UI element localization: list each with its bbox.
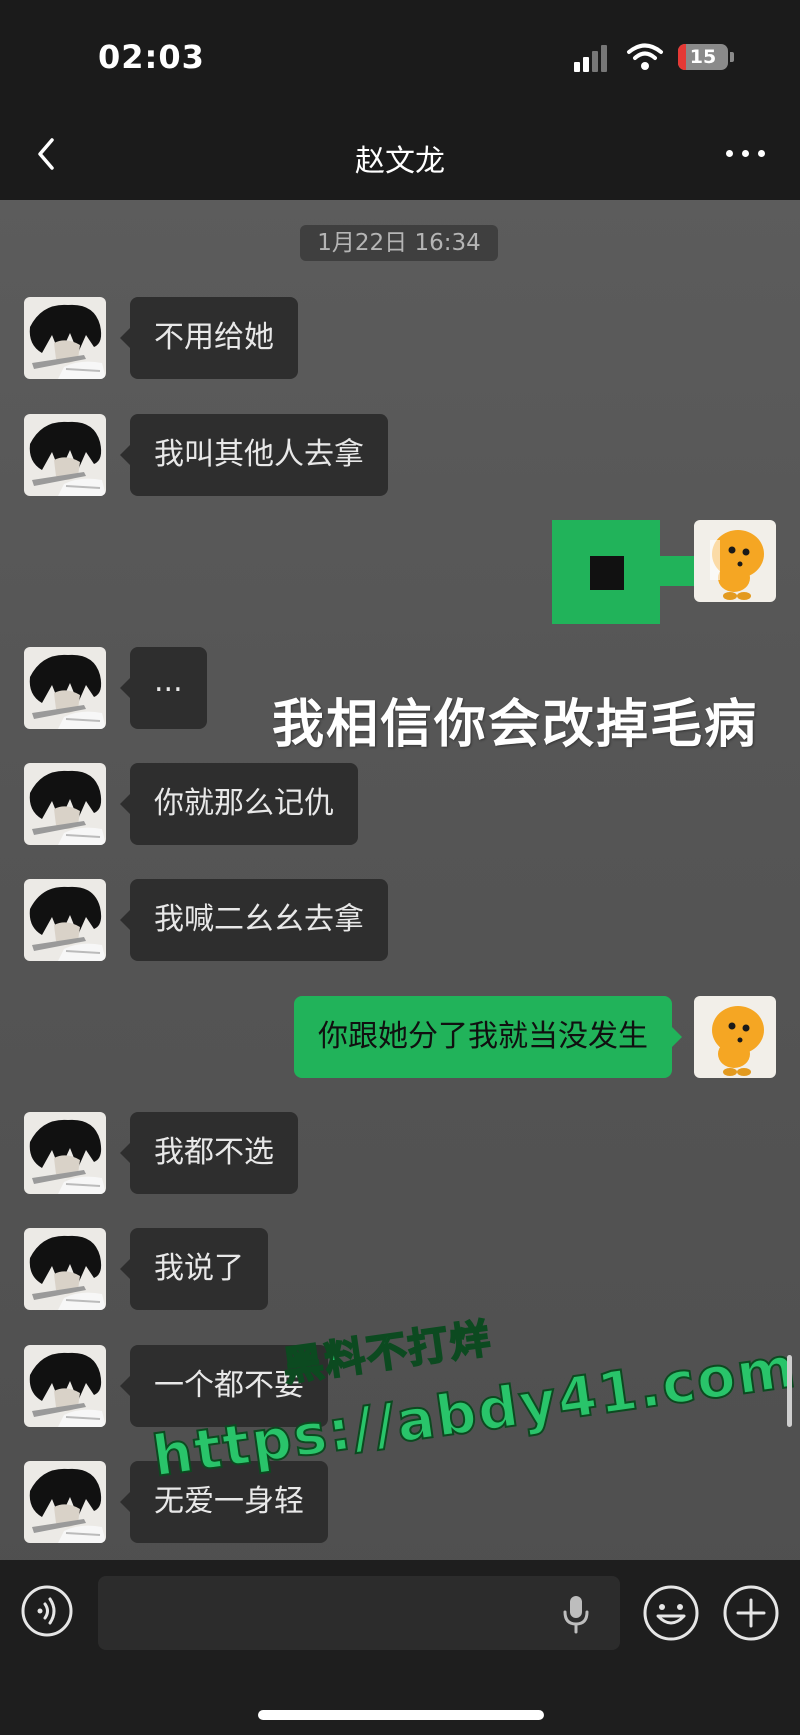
incoming-message-bubble[interactable]: 不用给她 xyxy=(120,297,298,379)
contact-avatar[interactable] xyxy=(24,1345,106,1427)
contact-avatar[interactable] xyxy=(24,1228,106,1310)
watermark-text: 黑料不打烊 xyxy=(279,1315,495,1392)
back-chevron-icon[interactable] xyxy=(22,130,70,178)
microphone-icon[interactable] xyxy=(562,1594,590,1634)
incoming-message-bubble[interactable]: 我说了 xyxy=(120,1228,268,1310)
wifi-icon xyxy=(627,43,663,70)
incoming-message-bubble[interactable]: 我叫其他人去拿 xyxy=(120,414,388,496)
incoming-message-bubble[interactable]: 你就那么记仇 xyxy=(120,763,358,845)
home-indicator[interactable] xyxy=(258,1710,544,1720)
censor-mark xyxy=(590,556,624,590)
contact-avatar[interactable] xyxy=(24,1112,106,1194)
emoji-icon[interactable] xyxy=(642,1584,700,1642)
contact-avatar[interactable] xyxy=(24,1461,106,1543)
message-timestamp: 1月22日 16:34 xyxy=(300,225,498,261)
incoming-message-bubble[interactable]: 我喊二幺幺去拿 xyxy=(120,879,388,961)
contact-avatar[interactable] xyxy=(24,414,106,496)
message-input[interactable] xyxy=(98,1576,620,1650)
battery-tip xyxy=(730,52,734,62)
contact-avatar[interactable] xyxy=(24,647,106,729)
outgoing-message-bubble[interactable]: 你跟她分了我就当没发生 xyxy=(294,996,682,1078)
contact-avatar[interactable] xyxy=(24,297,106,379)
battery-indicator: 15 xyxy=(678,44,728,70)
overlay-caption: 我相信你会改掉毛病 xyxy=(272,695,759,755)
chat-screen: 02:03 15 赵文龙 1月22日 16:34 不用给她 我叫其他人去拿 ..… xyxy=(0,0,800,1735)
status-time: 02:03 xyxy=(98,38,205,76)
user-avatar[interactable] xyxy=(694,520,776,602)
contact-avatar[interactable] xyxy=(24,879,106,961)
user-avatar[interactable] xyxy=(694,996,776,1078)
scroll-indicator[interactable] xyxy=(787,1355,792,1427)
battery-level-text: 15 xyxy=(689,46,717,68)
more-options-icon[interactable] xyxy=(722,138,770,168)
status-bar: 02:03 15 xyxy=(0,0,800,110)
cellular-signal-icon xyxy=(574,44,614,72)
incoming-message-bubble[interactable]: ... xyxy=(120,647,207,729)
contact-avatar[interactable] xyxy=(24,763,106,845)
incoming-message-bubble[interactable]: 我都不选 xyxy=(120,1112,298,1194)
chat-title: 赵文龙 xyxy=(355,144,445,179)
input-bar xyxy=(0,1560,800,1735)
voice-mode-icon[interactable] xyxy=(20,1584,74,1638)
nav-bar: 赵文龙 xyxy=(0,110,800,200)
censor-mark xyxy=(658,556,694,586)
add-icon[interactable] xyxy=(722,1584,780,1642)
